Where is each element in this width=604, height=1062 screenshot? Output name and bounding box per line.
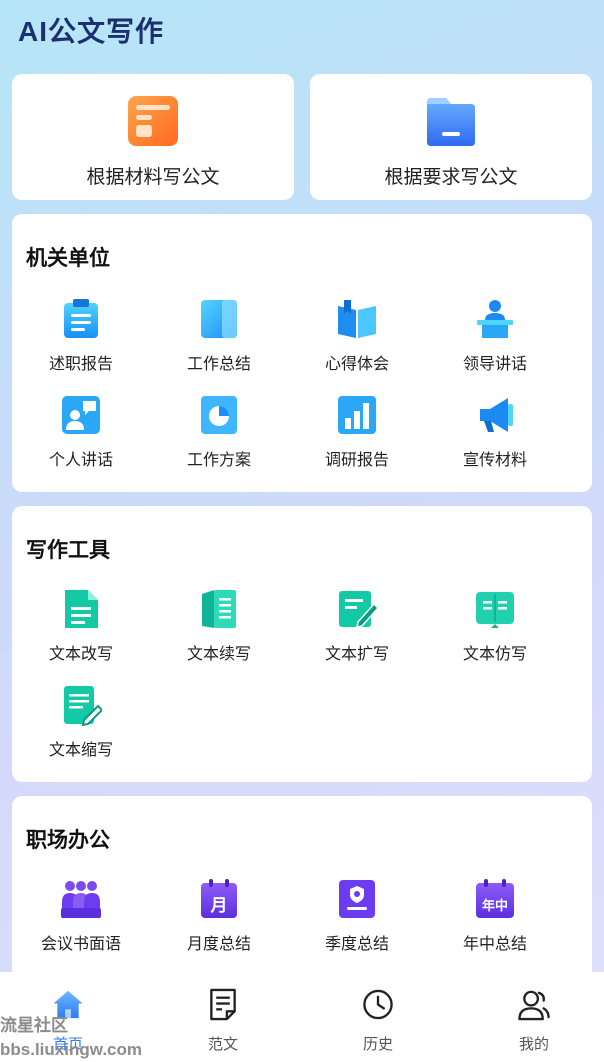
nav-label: 范文 <box>207 1036 238 1053</box>
top-card-label: 根据要求写公文 <box>384 167 518 188</box>
app-title: AI公文写作 <box>18 16 165 47</box>
nav-mine[interactable]: 我的 <box>494 988 574 1054</box>
item-personal-speech[interactable]: 个人讲话 <box>12 394 150 474</box>
item-label: 文本扩写 <box>324 646 389 663</box>
item-label: 调研报告 <box>324 452 389 469</box>
badge-card-icon <box>339 880 375 918</box>
edit-pen-icon <box>339 591 378 628</box>
nav-samples[interactable]: 范文 <box>183 988 263 1054</box>
item-label: 文本缩写 <box>48 742 113 759</box>
bar-chart-icon <box>338 396 376 434</box>
section-title: 机关单位 <box>26 247 110 270</box>
document-lines-icon <box>65 590 98 628</box>
open-book-icon <box>338 300 376 338</box>
item-label: 工作方案 <box>186 452 251 469</box>
calendar-month-icon: 月 <box>201 879 237 918</box>
bottom-nav: 首页 范文 历史 我的 <box>0 972 604 1062</box>
nav-history[interactable]: 历史 <box>338 988 418 1054</box>
folder-blue-icon <box>427 98 475 146</box>
item-promo-material[interactable]: 宣传材料 <box>426 394 564 474</box>
user-icon <box>518 990 550 1021</box>
item-label: 月度总结 <box>186 936 251 953</box>
book-pages-icon <box>202 590 236 628</box>
item-reflections[interactable]: 心得体会 <box>288 298 426 378</box>
item-label: 心得体会 <box>324 356 389 373</box>
item-label: 文本续写 <box>186 646 251 663</box>
nav-label: 我的 <box>518 1036 549 1053</box>
item-monthly-summary[interactable]: 月 月度总结 <box>150 878 288 958</box>
item-expand[interactable]: 文本扩写 <box>288 588 426 668</box>
nav-label: 历史 <box>362 1036 393 1053</box>
item-work-report[interactable]: 述职报告 <box>12 298 150 378</box>
speech-person-icon <box>62 396 100 434</box>
write-from-requirement-card[interactable]: 根据要求写公文 <box>310 74 592 200</box>
calendar-glyph: 年中 <box>482 898 508 914</box>
notebook-icon <box>201 300 237 338</box>
item-label: 领导讲话 <box>462 356 527 373</box>
podium-speaker-icon <box>477 300 513 338</box>
item-continue[interactable]: 文本续写 <box>150 588 288 668</box>
clipboard-icon <box>64 299 98 338</box>
section-government: 机关单位 述职报告 工作总结 心得体会 领导讲话 个人讲话 工作方案 调研报告 … <box>12 214 592 492</box>
item-rewrite[interactable]: 文本改写 <box>12 588 150 668</box>
section-title: 写作工具 <box>26 539 110 562</box>
nav-label: 首页 <box>52 1036 83 1053</box>
pie-chart-icon <box>201 396 237 434</box>
item-research-report[interactable]: 调研报告 <box>288 394 426 474</box>
book-copy-icon <box>476 592 514 628</box>
item-label: 会议书面语 <box>40 936 121 953</box>
home-icon <box>53 990 83 1019</box>
item-midyear-summary[interactable]: 年中 年中总结 <box>426 878 564 958</box>
item-imitate[interactable]: 文本仿写 <box>426 588 564 668</box>
calendar-glyph: 月 <box>210 896 228 916</box>
document-orange-icon <box>128 96 178 146</box>
item-label: 文本仿写 <box>462 646 527 663</box>
section-writing-tools: 写作工具 文本改写 文本续写 文本扩写 文本仿写 文本缩写 <box>12 506 592 782</box>
item-work-plan[interactable]: 工作方案 <box>150 394 288 474</box>
nav-home[interactable]: 首页 <box>28 988 108 1054</box>
item-work-summary[interactable]: 工作总结 <box>150 298 288 378</box>
item-label: 文本改写 <box>48 646 113 663</box>
note-pencil-icon <box>64 686 102 726</box>
top-cards: 根据材料写公文 根据要求写公文 <box>12 74 592 200</box>
calendar-midyear-icon: 年中 <box>476 879 514 918</box>
section-workplace: 职场办公 会议书面语 月 月度总结 季度总结 年中 年中总结 <box>12 796 592 996</box>
item-leader-speech[interactable]: 领导讲话 <box>426 298 564 378</box>
item-meeting-language[interactable]: 会议书面语 <box>12 878 150 958</box>
item-label: 述职报告 <box>48 356 113 373</box>
document-icon <box>210 988 236 1021</box>
megaphone-icon <box>480 398 513 432</box>
section-title: 职场办公 <box>26 829 110 852</box>
item-label: 宣传材料 <box>462 452 527 469</box>
top-card-label: 根据材料写公文 <box>86 167 220 188</box>
write-from-material-card[interactable]: 根据材料写公文 <box>12 74 294 200</box>
item-label: 年中总结 <box>462 936 527 953</box>
item-abbreviate[interactable]: 文本缩写 <box>12 684 150 764</box>
item-label: 工作总结 <box>186 356 251 373</box>
item-label: 个人讲话 <box>48 452 113 469</box>
meeting-people-icon <box>61 881 101 918</box>
item-quarterly-summary[interactable]: 季度总结 <box>288 878 426 958</box>
item-label: 季度总结 <box>324 936 389 953</box>
clock-icon <box>363 989 393 1020</box>
